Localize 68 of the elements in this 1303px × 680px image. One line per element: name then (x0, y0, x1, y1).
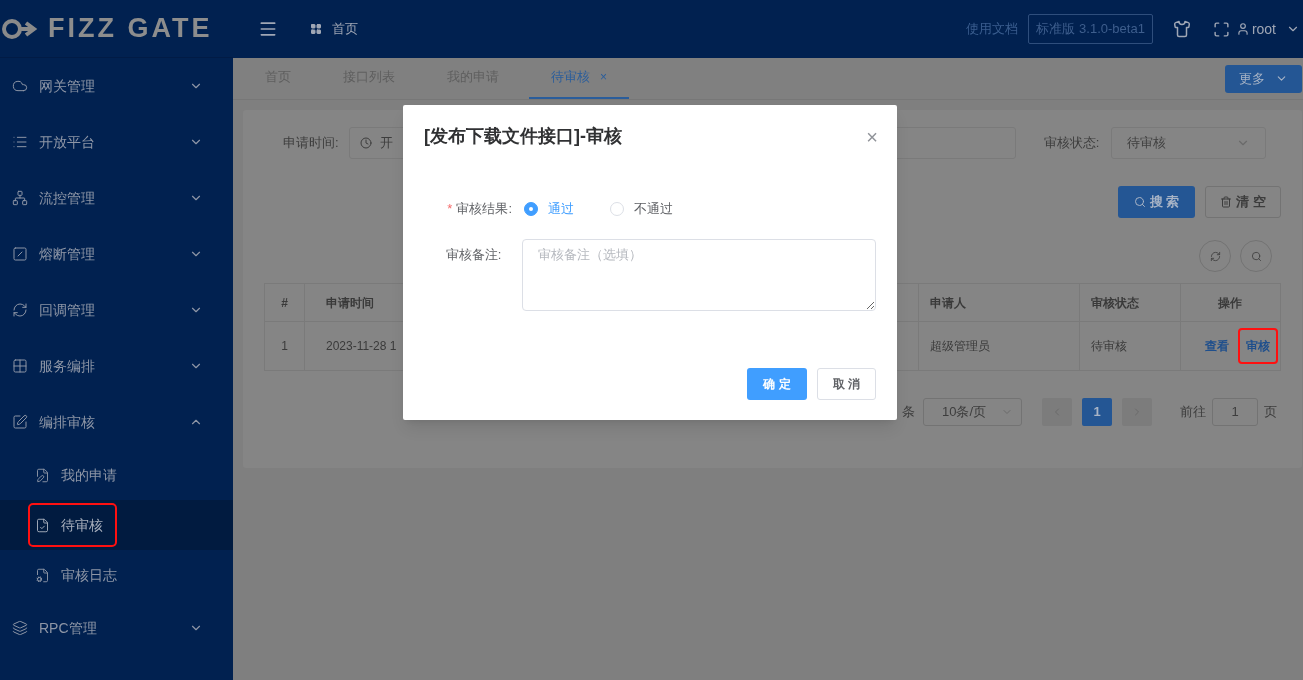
close-button[interactable]: × (866, 126, 878, 147)
page-input[interactable]: 1 (1212, 398, 1258, 426)
sidebar-item[interactable]: 网关管理 (0, 58, 233, 114)
logo-text: FIZZ GATE (48, 12, 213, 46)
table-cell: 超级管理员 (918, 321, 1080, 371)
document-gear-icon (35, 567, 50, 583)
docs-link[interactable]: 使用文档 (966, 19, 1019, 39)
action-link[interactable]: 审核 (1238, 328, 1278, 364)
refresh-icon (1209, 250, 1221, 262)
refresh-icon (12, 302, 28, 318)
page-button[interactable]: 1 (1082, 398, 1112, 426)
total-count: 条 (902, 403, 915, 422)
breadcrumb[interactable]: 首页 (332, 19, 358, 39)
radio-option[interactable]: 不通过 (610, 199, 673, 219)
filter-label: 申请时间: (283, 134, 339, 153)
radio-option[interactable]: 通过 (524, 199, 574, 219)
cloud-icon (12, 78, 28, 94)
form-label: 审核备注: (444, 245, 503, 264)
key-logo-icon (2, 17, 40, 40)
sidebar-item[interactable]: 服务编排 (0, 338, 233, 394)
page-size-select[interactable]: 10条/页 (923, 398, 1022, 426)
shirt-icon[interactable] (1172, 20, 1191, 38)
grid-icon (310, 23, 322, 35)
remark-field[interactable]: 审核备注（选填） (522, 238, 876, 311)
sidebar-subitem[interactable]: 待审核 (0, 500, 233, 550)
layers-icon (12, 620, 28, 636)
grid-icon (12, 358, 28, 374)
pen-square-icon (12, 414, 28, 430)
version-badge: 标准版 3.1.0-beta1 (1028, 14, 1153, 44)
search-button[interactable]: 搜 索 (1118, 186, 1195, 218)
cancel-button[interactable]: 取 消 (817, 367, 876, 400)
form-label: * 审核结果: (446, 200, 513, 218)
fullscreen-icon[interactable] (1212, 20, 1230, 38)
clock-icon (359, 137, 372, 149)
trash-icon (1220, 196, 1233, 208)
search-icon (1250, 250, 1262, 262)
user-icon (1235, 22, 1250, 36)
column-header: 申请人 (918, 283, 1080, 322)
column-header: # (264, 283, 305, 322)
panel-icon (12, 246, 28, 262)
goto-label: 前往 (1180, 403, 1206, 422)
filter-label: 审核状态: (1043, 134, 1100, 153)
list-icon (12, 134, 28, 150)
sidebar-item[interactable]: RPC管理 (0, 600, 233, 656)
table-cell: 1 (264, 321, 305, 371)
sidebar-item[interactable]: 熔断管理 (0, 226, 233, 282)
sidebar-subitem[interactable]: 我的申请 (0, 450, 233, 500)
sidebar-item[interactable]: 回调管理 (0, 282, 233, 338)
clear-button[interactable]: 清 空 (1205, 186, 1281, 218)
sidebar-item[interactable]: 流控管理 (0, 170, 233, 226)
document-check-icon (35, 517, 50, 533)
document-edit-icon (35, 467, 50, 483)
table-cell: 待审核 (1079, 321, 1181, 371)
status-select[interactable]: 待审核 (1111, 127, 1267, 159)
sidebar-subitem[interactable]: 审核日志 (0, 550, 233, 600)
menu-icon[interactable] (258, 19, 278, 39)
search-icon (1133, 196, 1146, 208)
confirm-button[interactable]: 确 定 (747, 367, 807, 400)
sidebar-item[interactable]: 编排审核 (0, 394, 233, 450)
hierarchy-icon (12, 190, 28, 206)
dialog-title: [发布下载文件接口]-审核 (424, 125, 622, 148)
more-button[interactable]: 更多 (1225, 64, 1302, 93)
page-suffix: 页 (1264, 403, 1277, 422)
user-name[interactable]: root (1251, 18, 1276, 40)
column-header: 操作 (1180, 283, 1281, 322)
sidebar-item[interactable]: 开放平台 (0, 114, 233, 170)
action-link[interactable]: 查看 (1197, 328, 1237, 364)
column-header: 审核状态 (1079, 283, 1181, 322)
